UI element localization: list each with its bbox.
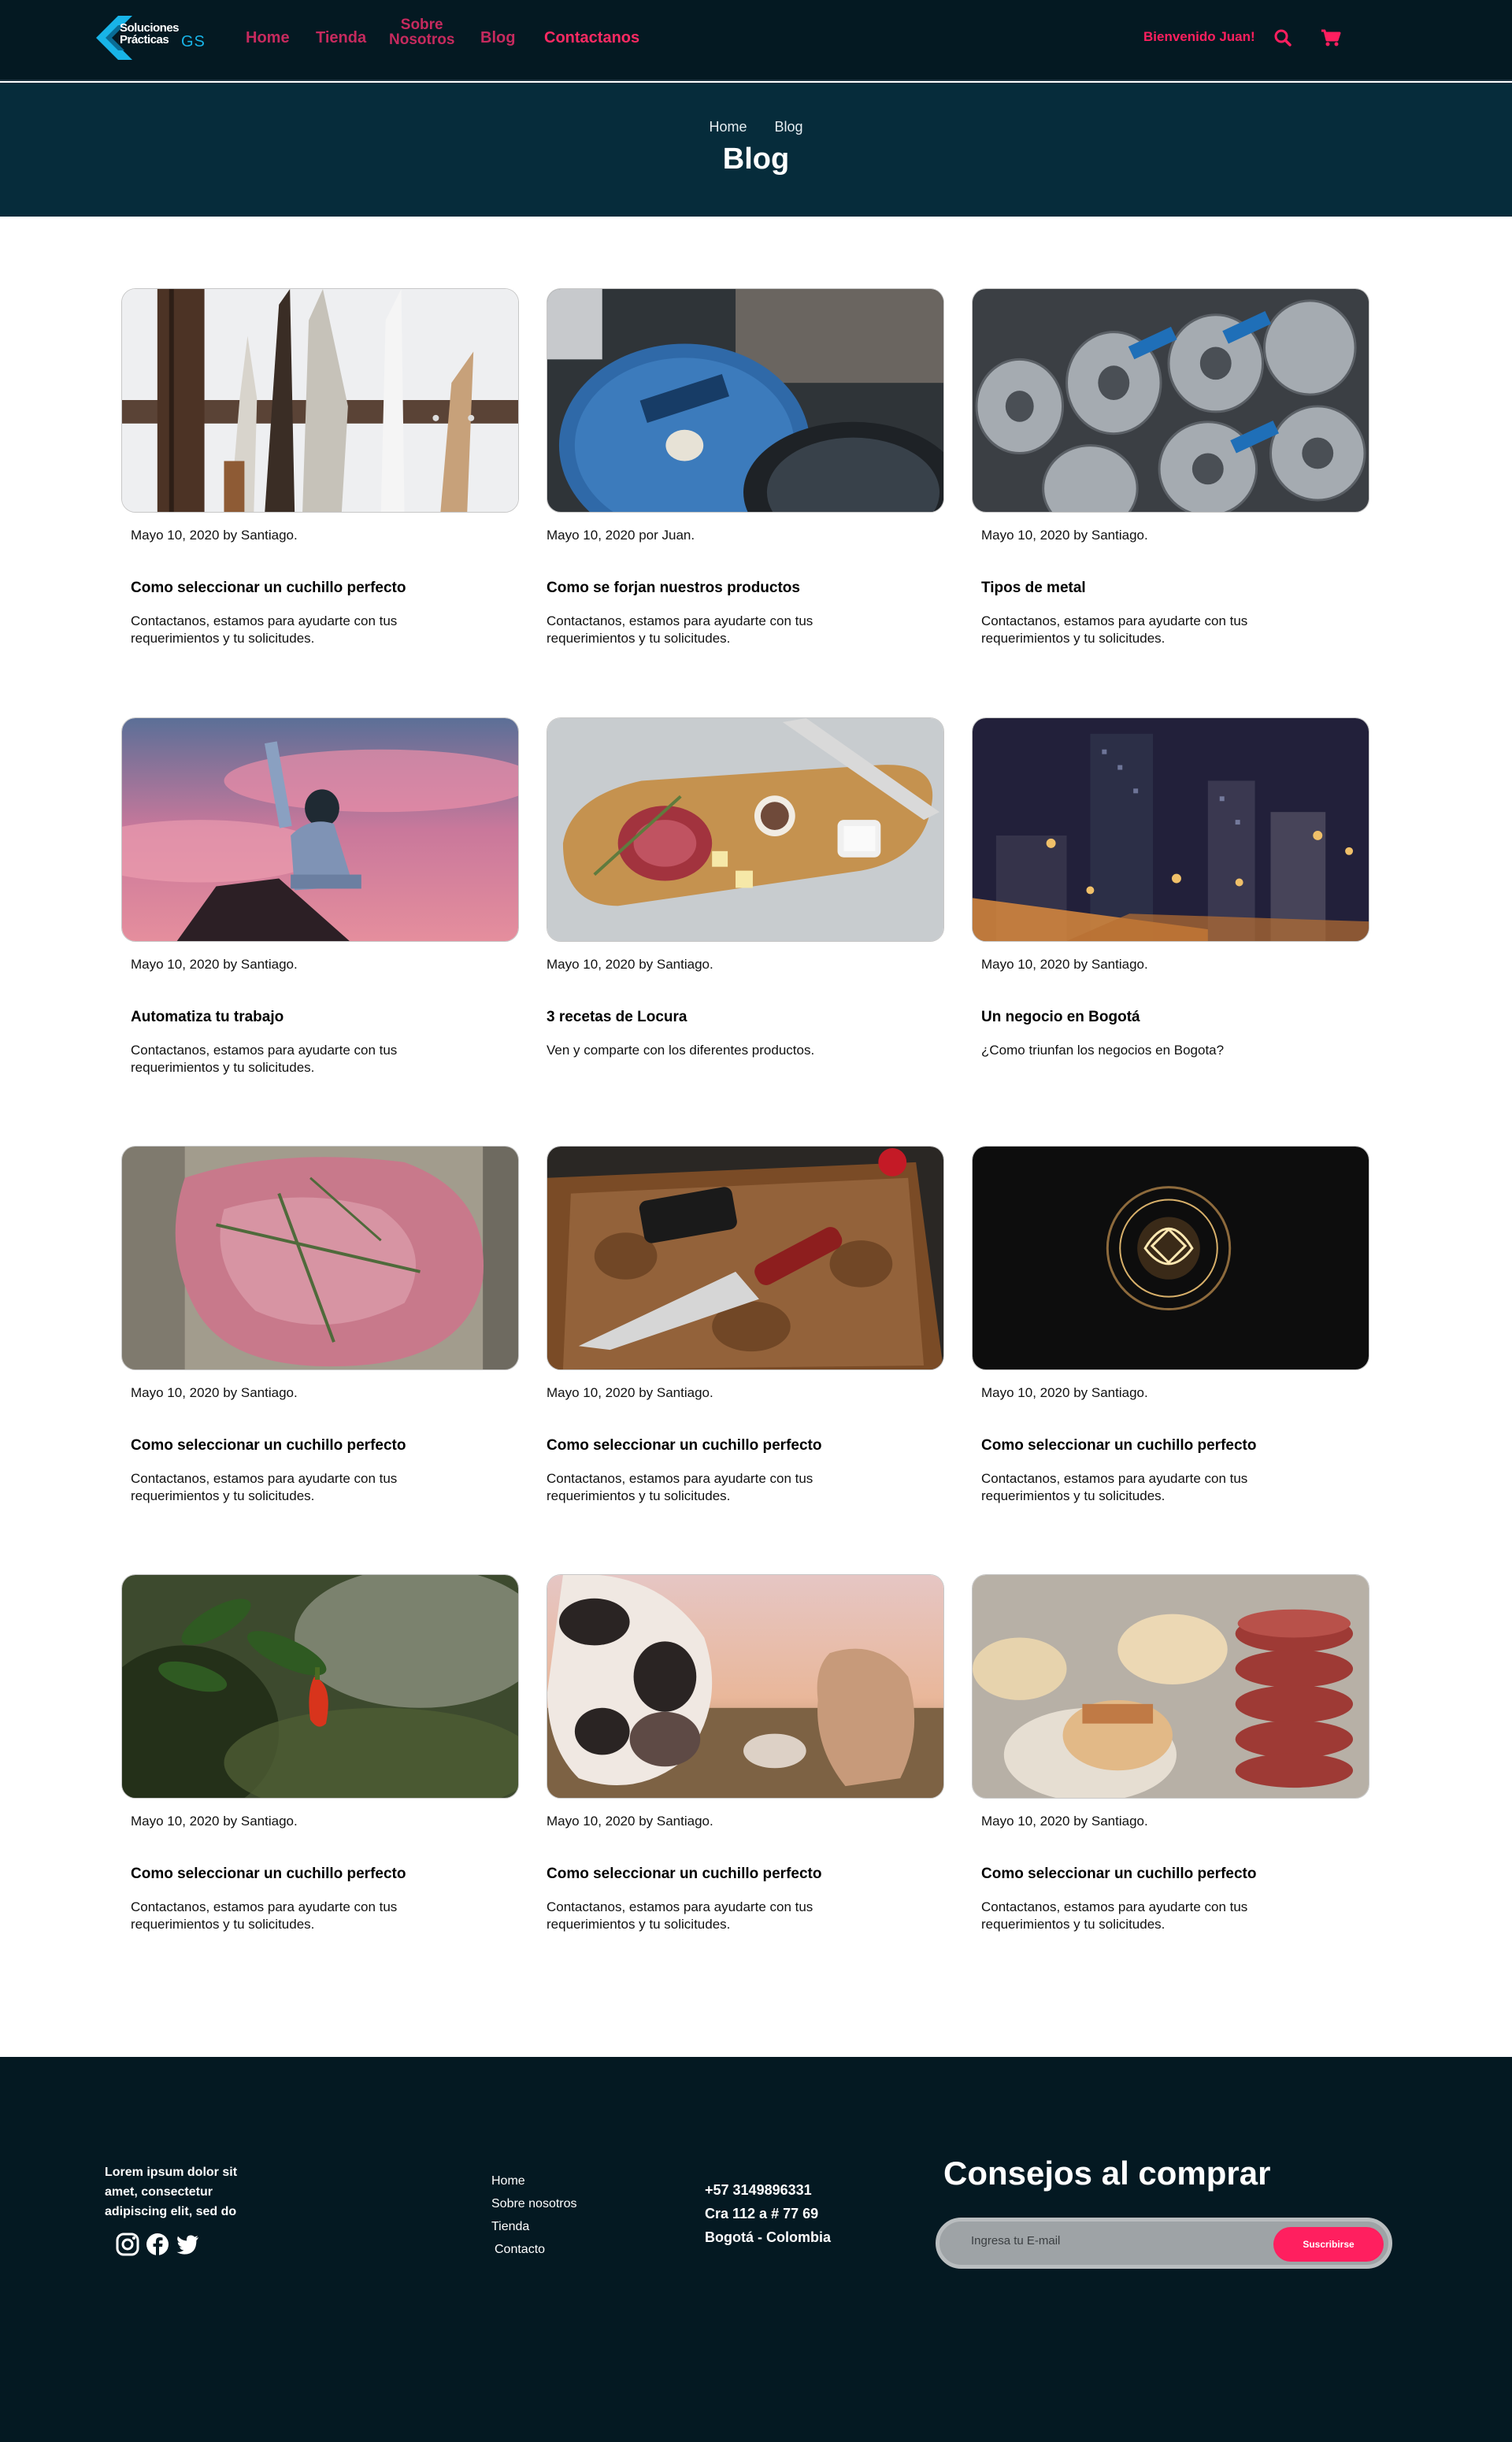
breadcrumb: Home Blog [0,119,1512,135]
post-image-city[interactable] [972,717,1369,942]
blog-card[interactable]: Mayo 10, 2020 by Santiago. Como seleccio… [972,1146,1369,1503]
post-title[interactable]: Tipos de metal [981,580,1086,597]
blog-card[interactable]: Mayo 10, 2020 by Santiago. 3 recetas de … [547,717,944,1058]
blog-card[interactable]: Mayo 10, 2020 by Santiago. Como seleccio… [972,1574,1369,1932]
post-meta: Mayo 10, 2020 by Santiago. [131,957,298,972]
post-meta: Mayo 10, 2020 by Santiago. [547,1814,713,1829]
post-image-mountain[interactable] [121,717,519,942]
post-title[interactable]: Un negocio en Bogotá [981,1009,1140,1026]
newsletter-form: Suscribirse [936,2218,1392,2269]
nav-tienda[interactable]: Tienda [316,29,366,47]
post-excerpt: Contactanos, estamos para ayudarte con t… [131,1043,398,1075]
post-meta: Mayo 10, 2020 by Santiago. [131,528,298,543]
breadcrumb-blog[interactable]: Blog [775,119,803,135]
post-meta: Mayo 10, 2020 by Santiago. [547,1385,713,1400]
post-excerpt: Ven y comparte con los diferentes produc… [547,1043,815,1058]
post-image-burgers[interactable] [972,1574,1369,1799]
post-meta: Mayo 10, 2020 by Santiago. [981,1385,1148,1400]
post-meta: Mayo 10, 2020 by Santiago. [981,528,1148,543]
post-image-bulb[interactable] [972,1146,1369,1370]
post-image-metal[interactable] [972,288,1369,513]
blog-card[interactable]: Mayo 10, 2020 by Santiago. Como seleccio… [121,1146,519,1503]
post-meta: Mayo 10, 2020 por Juan. [547,528,695,543]
page-hero: Home Blog Blog [0,83,1512,217]
post-excerpt: Contactanos, estamos para ayudarte con t… [981,1899,1248,1932]
post-excerpt: Contactanos, estamos para ayudarte con t… [547,1471,813,1503]
search-icon[interactable] [1273,28,1293,48]
page-title: Blog [722,143,790,176]
nav-blog[interactable]: Blog [480,29,515,47]
post-image-cutting-board[interactable] [547,717,944,942]
post-title[interactable]: Como seleccionar un cuchillo perfecto [547,1866,821,1883]
post-excerpt: Contactanos, estamos para ayudarte con t… [131,1471,398,1503]
blog-card[interactable]: Mayo 10, 2020 by Santiago. Automatiza tu… [121,717,519,1075]
post-meta: Mayo 10, 2020 by Santiago. [547,957,713,972]
footer-city: Bogotá - Colombia [705,2229,831,2245]
nav-contactanos[interactable]: Contactanos [544,29,639,47]
post-title[interactable]: Como se forjan nuestros productos [547,580,800,597]
footer-link-home[interactable]: Home [491,2170,577,2192]
blog-card[interactable]: Mayo 10, 2020 by Santiago. Un negocio en… [972,717,1369,1058]
post-image-chili[interactable] [121,1574,519,1799]
post-meta: Mayo 10, 2020 by Santiago. [131,1385,298,1400]
instagram-icon[interactable] [115,2232,140,2257]
logo-text-2: Prácticas [120,33,169,46]
post-excerpt: Contactanos, estamos para ayudarte con t… [547,613,813,646]
post-title[interactable]: Automatiza tu trabajo [131,1009,284,1026]
post-excerpt: Contactanos, estamos para ayudarte con t… [131,613,398,646]
nav-sobre-nosotros[interactable]: Sobre Nosotros [389,17,454,47]
breadcrumb-home[interactable]: Home [709,119,747,135]
newsletter-title: Consejos al comprar [943,2155,1271,2192]
blog-card[interactable]: Mayo 10, 2020 by Santiago. Como seleccio… [547,1146,944,1503]
blog-card[interactable]: Mayo 10, 2020 by Santiago. Como seleccio… [121,288,519,646]
blog-card[interactable]: Mayo 10, 2020 by Santiago. Como seleccio… [121,1574,519,1932]
subscribe-button[interactable]: Suscribirse [1273,2227,1384,2262]
blog-card[interactable]: Mayo 10, 2020 por Juan. Como se forjan n… [547,288,944,646]
welcome-message: Bienvenido Juan! [1143,29,1255,44]
post-image-knives[interactable] [121,288,519,513]
footer-phone: +57 3149896331 [705,2182,812,2198]
footer-link-sobre[interactable]: Sobre nosotros [491,2192,577,2215]
post-image-discs[interactable] [547,288,944,513]
footer-link-contacto[interactable]: Contacto [491,2238,577,2261]
post-image-steak[interactable] [121,1146,519,1370]
post-excerpt: Contactanos, estamos para ayudarte con t… [547,1899,813,1932]
logo-gs: GS [181,33,206,50]
post-title[interactable]: Como seleccionar un cuchillo perfecto [131,580,406,597]
post-meta: Mayo 10, 2020 by Santiago. [131,1814,298,1829]
nav-sobre-line2: Nosotros [389,31,455,48]
post-meta: Mayo 10, 2020 by Santiago. [981,957,1148,972]
post-excerpt: Contactanos, estamos para ayudarte con t… [981,1471,1248,1503]
blog-card[interactable]: Mayo 10, 2020 by Santiago. Como seleccio… [547,1574,944,1932]
post-meta: Mayo 10, 2020 by Santiago. [981,1814,1148,1829]
post-title[interactable]: Como seleccionar un cuchillo perfecto [547,1437,821,1454]
nav-sobre-line1: Sobre [400,17,443,33]
post-title[interactable]: Como seleccionar un cuchillo perfecto [131,1866,406,1883]
twitter-icon[interactable] [175,2232,200,2257]
footer-links: Home Sobre nosotros Tienda Contacto [491,2170,577,2261]
post-title[interactable]: Como seleccionar un cuchillo perfecto [981,1437,1256,1454]
blog-card[interactable]: Mayo 10, 2020 by Santiago. Tipos de meta… [972,288,1369,646]
footer-contact: +57 3149896331 Cra 112 a # 77 69 Bogotá … [705,2178,831,2249]
social-links [115,2232,200,2257]
post-excerpt: Contactanos, estamos para ayudarte con t… [981,613,1248,646]
post-excerpt: Contactanos, estamos para ayudarte con t… [131,1899,398,1932]
post-title[interactable]: Como seleccionar un cuchillo perfecto [131,1437,406,1454]
post-excerpt: ¿Como triunfan los negocios en Bogota? [981,1043,1225,1058]
facebook-icon[interactable] [145,2232,170,2257]
nav-home[interactable]: Home [246,29,290,47]
post-image-cows[interactable] [547,1574,944,1799]
email-field[interactable] [971,2234,1254,2247]
footer-description: Lorem ipsum dolor sit amet, consectetur … [105,2166,238,2218]
footer: Lorem ipsum dolor sit amet, consectetur … [0,2057,1512,2442]
logo-text-1: Soluciones [120,21,180,35]
footer-address: Cra 112 a # 77 69 [705,2206,819,2222]
post-title[interactable]: 3 recetas de Locura [547,1009,687,1026]
post-title[interactable]: Como seleccionar un cuchillo perfecto [981,1866,1256,1883]
footer-link-tienda[interactable]: Tienda [491,2215,577,2238]
cart-icon[interactable] [1320,28,1341,48]
post-image-chef-knife[interactable] [547,1146,944,1370]
top-navbar: Soluciones Prácticas GS Home Tienda Sobr… [0,0,1512,81]
logo[interactable]: Soluciones Prácticas GS [94,13,213,61]
